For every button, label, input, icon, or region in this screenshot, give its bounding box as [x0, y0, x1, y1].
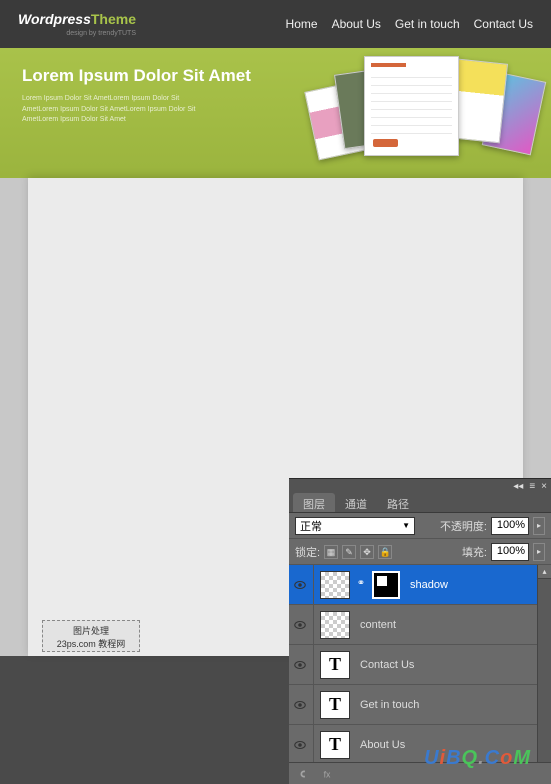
logo: WordpressTheme design by trendyTUTS [18, 11, 136, 37]
visibility-toggle-icon[interactable] [293, 658, 307, 672]
link-icon[interactable]: ⚭ [356, 578, 366, 592]
layer-row[interactable]: T Get in touch [289, 685, 551, 725]
blend-mode-value: 正常 [300, 518, 322, 534]
visibility-toggle-icon[interactable] [293, 698, 307, 712]
showcase-card-main [364, 56, 459, 156]
nav-contact-touch[interactable]: Get in touch [395, 17, 460, 31]
layer-mask-thumbnail[interactable] [372, 571, 400, 599]
panel-controls: ◂◂ ≡ × [289, 479, 551, 493]
layer-name[interactable]: Contact Us [356, 659, 414, 671]
blend-mode-select[interactable]: 正常 ▼ [295, 517, 415, 535]
nav-about[interactable]: About Us [332, 17, 381, 31]
layer-row[interactable]: ⚭ shadow [289, 565, 551, 605]
nav-contact[interactable]: Contact Us [474, 17, 533, 31]
layers-list: ▴ ⚭ shadow content T Contact Us T Get in touch… [289, 565, 551, 763]
panel-tabs: 图层 通道 路径 [289, 493, 551, 513]
tab-layers[interactable]: 图层 [293, 493, 335, 512]
panel-collapse-icon[interactable]: ◂◂ [513, 481, 523, 492]
layer-name[interactable]: Get in touch [356, 699, 419, 711]
stamp-line2: 23ps.com 教程网 [46, 637, 136, 650]
watermark-stamp: 图片处理 23ps.com 教程网 [42, 620, 140, 652]
opacity-input[interactable]: 100% [491, 517, 529, 535]
layer-row[interactable]: content [289, 605, 551, 645]
nav-home[interactable]: Home [286, 17, 318, 31]
layer-style-icon[interactable]: fx [321, 767, 335, 781]
photoshop-layers-panel: ◂◂ ≡ × 图层 通道 路径 正常 ▼ 不透明度: 100% ▸ 锁定: ▦ … [289, 478, 551, 784]
lock-label: 锁定: [295, 544, 320, 560]
scroll-up-icon[interactable]: ▴ [538, 565, 551, 579]
lock-fill-row: 锁定: ▦ ✎ ✥ 🔒 填充: 100% ▸ [289, 539, 551, 565]
visibility-toggle-icon[interactable] [293, 578, 307, 592]
visibility-toggle-icon[interactable] [293, 738, 307, 752]
opacity-label: 不透明度: [440, 518, 487, 534]
tab-paths[interactable]: 路径 [377, 493, 419, 512]
layers-scrollbar[interactable]: ▴ [537, 565, 551, 763]
site-header: WordpressTheme design by trendyTUTS Home… [0, 0, 551, 48]
link-layers-icon[interactable] [297, 767, 311, 781]
text-layer-thumbnail[interactable]: T [320, 651, 350, 679]
visibility-toggle-icon[interactable] [293, 618, 307, 632]
panel-menu-icon[interactable]: ≡ [529, 481, 535, 492]
lock-pixels-icon[interactable]: ✎ [342, 545, 356, 559]
layer-name[interactable]: About Us [356, 739, 405, 751]
layer-name[interactable]: shadow [406, 579, 448, 591]
fill-flyout-icon[interactable]: ▸ [533, 543, 545, 561]
layer-row[interactable]: T Contact Us [289, 645, 551, 685]
panel-close-icon[interactable]: × [541, 481, 547, 492]
layer-thumbnail[interactable] [320, 571, 350, 599]
lock-buttons: ▦ ✎ ✥ 🔒 [324, 545, 392, 559]
fill-label: 填充: [462, 544, 487, 560]
dropdown-icon: ▼ [402, 521, 410, 530]
text-layer-thumbnail[interactable]: T [320, 731, 350, 759]
fill-input[interactable]: 100% [491, 543, 529, 561]
tab-channels[interactable]: 通道 [335, 493, 377, 512]
lock-transparency-icon[interactable]: ▦ [324, 545, 338, 559]
lock-all-icon[interactable]: 🔒 [378, 545, 392, 559]
hero-section: Lorem Ipsum Dolor Sit Amet Lorem Ipsum D… [0, 48, 551, 178]
blend-opacity-row: 正常 ▼ 不透明度: 100% ▸ [289, 513, 551, 539]
logo-tagline: design by trendyTUTS [18, 30, 136, 37]
lock-position-icon[interactable]: ✥ [360, 545, 374, 559]
layer-thumbnail[interactable] [320, 611, 350, 639]
layer-name[interactable]: content [356, 619, 396, 631]
opacity-flyout-icon[interactable]: ▸ [533, 517, 545, 535]
site-watermark: UiBQ.CoM [424, 747, 531, 770]
text-layer-thumbnail[interactable]: T [320, 691, 350, 719]
hero-showcase [309, 56, 539, 166]
stamp-line1: 图片处理 [46, 624, 136, 637]
svg-text:fx: fx [324, 769, 331, 779]
main-nav: Home About Us Get in touch Contact Us [286, 17, 533, 31]
